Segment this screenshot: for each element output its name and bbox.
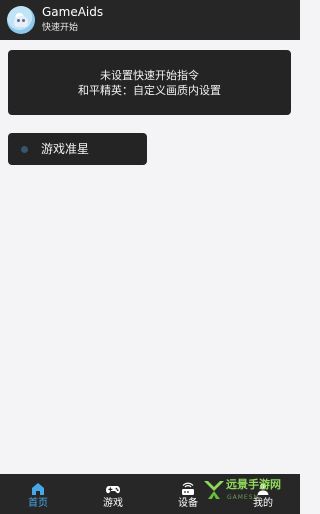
app-title: GameAids bbox=[42, 5, 104, 19]
router-icon bbox=[182, 482, 194, 495]
gamepad-icon bbox=[106, 486, 120, 494]
home-icon bbox=[32, 483, 44, 495]
quick-start-hint: 和平精英：自定义画质内设置 bbox=[78, 83, 221, 97]
app-header: GameAids 快速开始 bbox=[0, 0, 300, 40]
game-crosshair-label: 游戏准星 bbox=[41, 142, 90, 156]
tab-devices[interactable]: 设备 bbox=[158, 474, 218, 514]
quick-start-card[interactable]: 未设置快速开始指令 和平精英：自定义画质内设置 bbox=[8, 50, 291, 115]
tab-profile-label: 我的 bbox=[253, 498, 273, 509]
tab-games[interactable]: 游戏 bbox=[83, 474, 143, 514]
tab-devices-label: 设备 bbox=[178, 498, 198, 509]
tab-home[interactable]: 首页 bbox=[8, 474, 68, 514]
app-subtitle: 快速开始 bbox=[42, 23, 79, 33]
quick-start-message: 未设置快速开始指令 bbox=[100, 68, 199, 82]
game-crosshair-item[interactable]: 游戏准星 bbox=[8, 133, 147, 165]
bottom-tab-bar: 首页 游戏 设备 我的 bbox=[0, 474, 300, 514]
app-logo-icon bbox=[7, 6, 35, 34]
dot-icon bbox=[21, 146, 28, 153]
tab-profile[interactable]: 我的 bbox=[233, 474, 293, 514]
tab-games-label: 游戏 bbox=[103, 498, 123, 509]
tab-home-label: 首页 bbox=[28, 498, 48, 509]
profile-icon bbox=[257, 483, 269, 495]
